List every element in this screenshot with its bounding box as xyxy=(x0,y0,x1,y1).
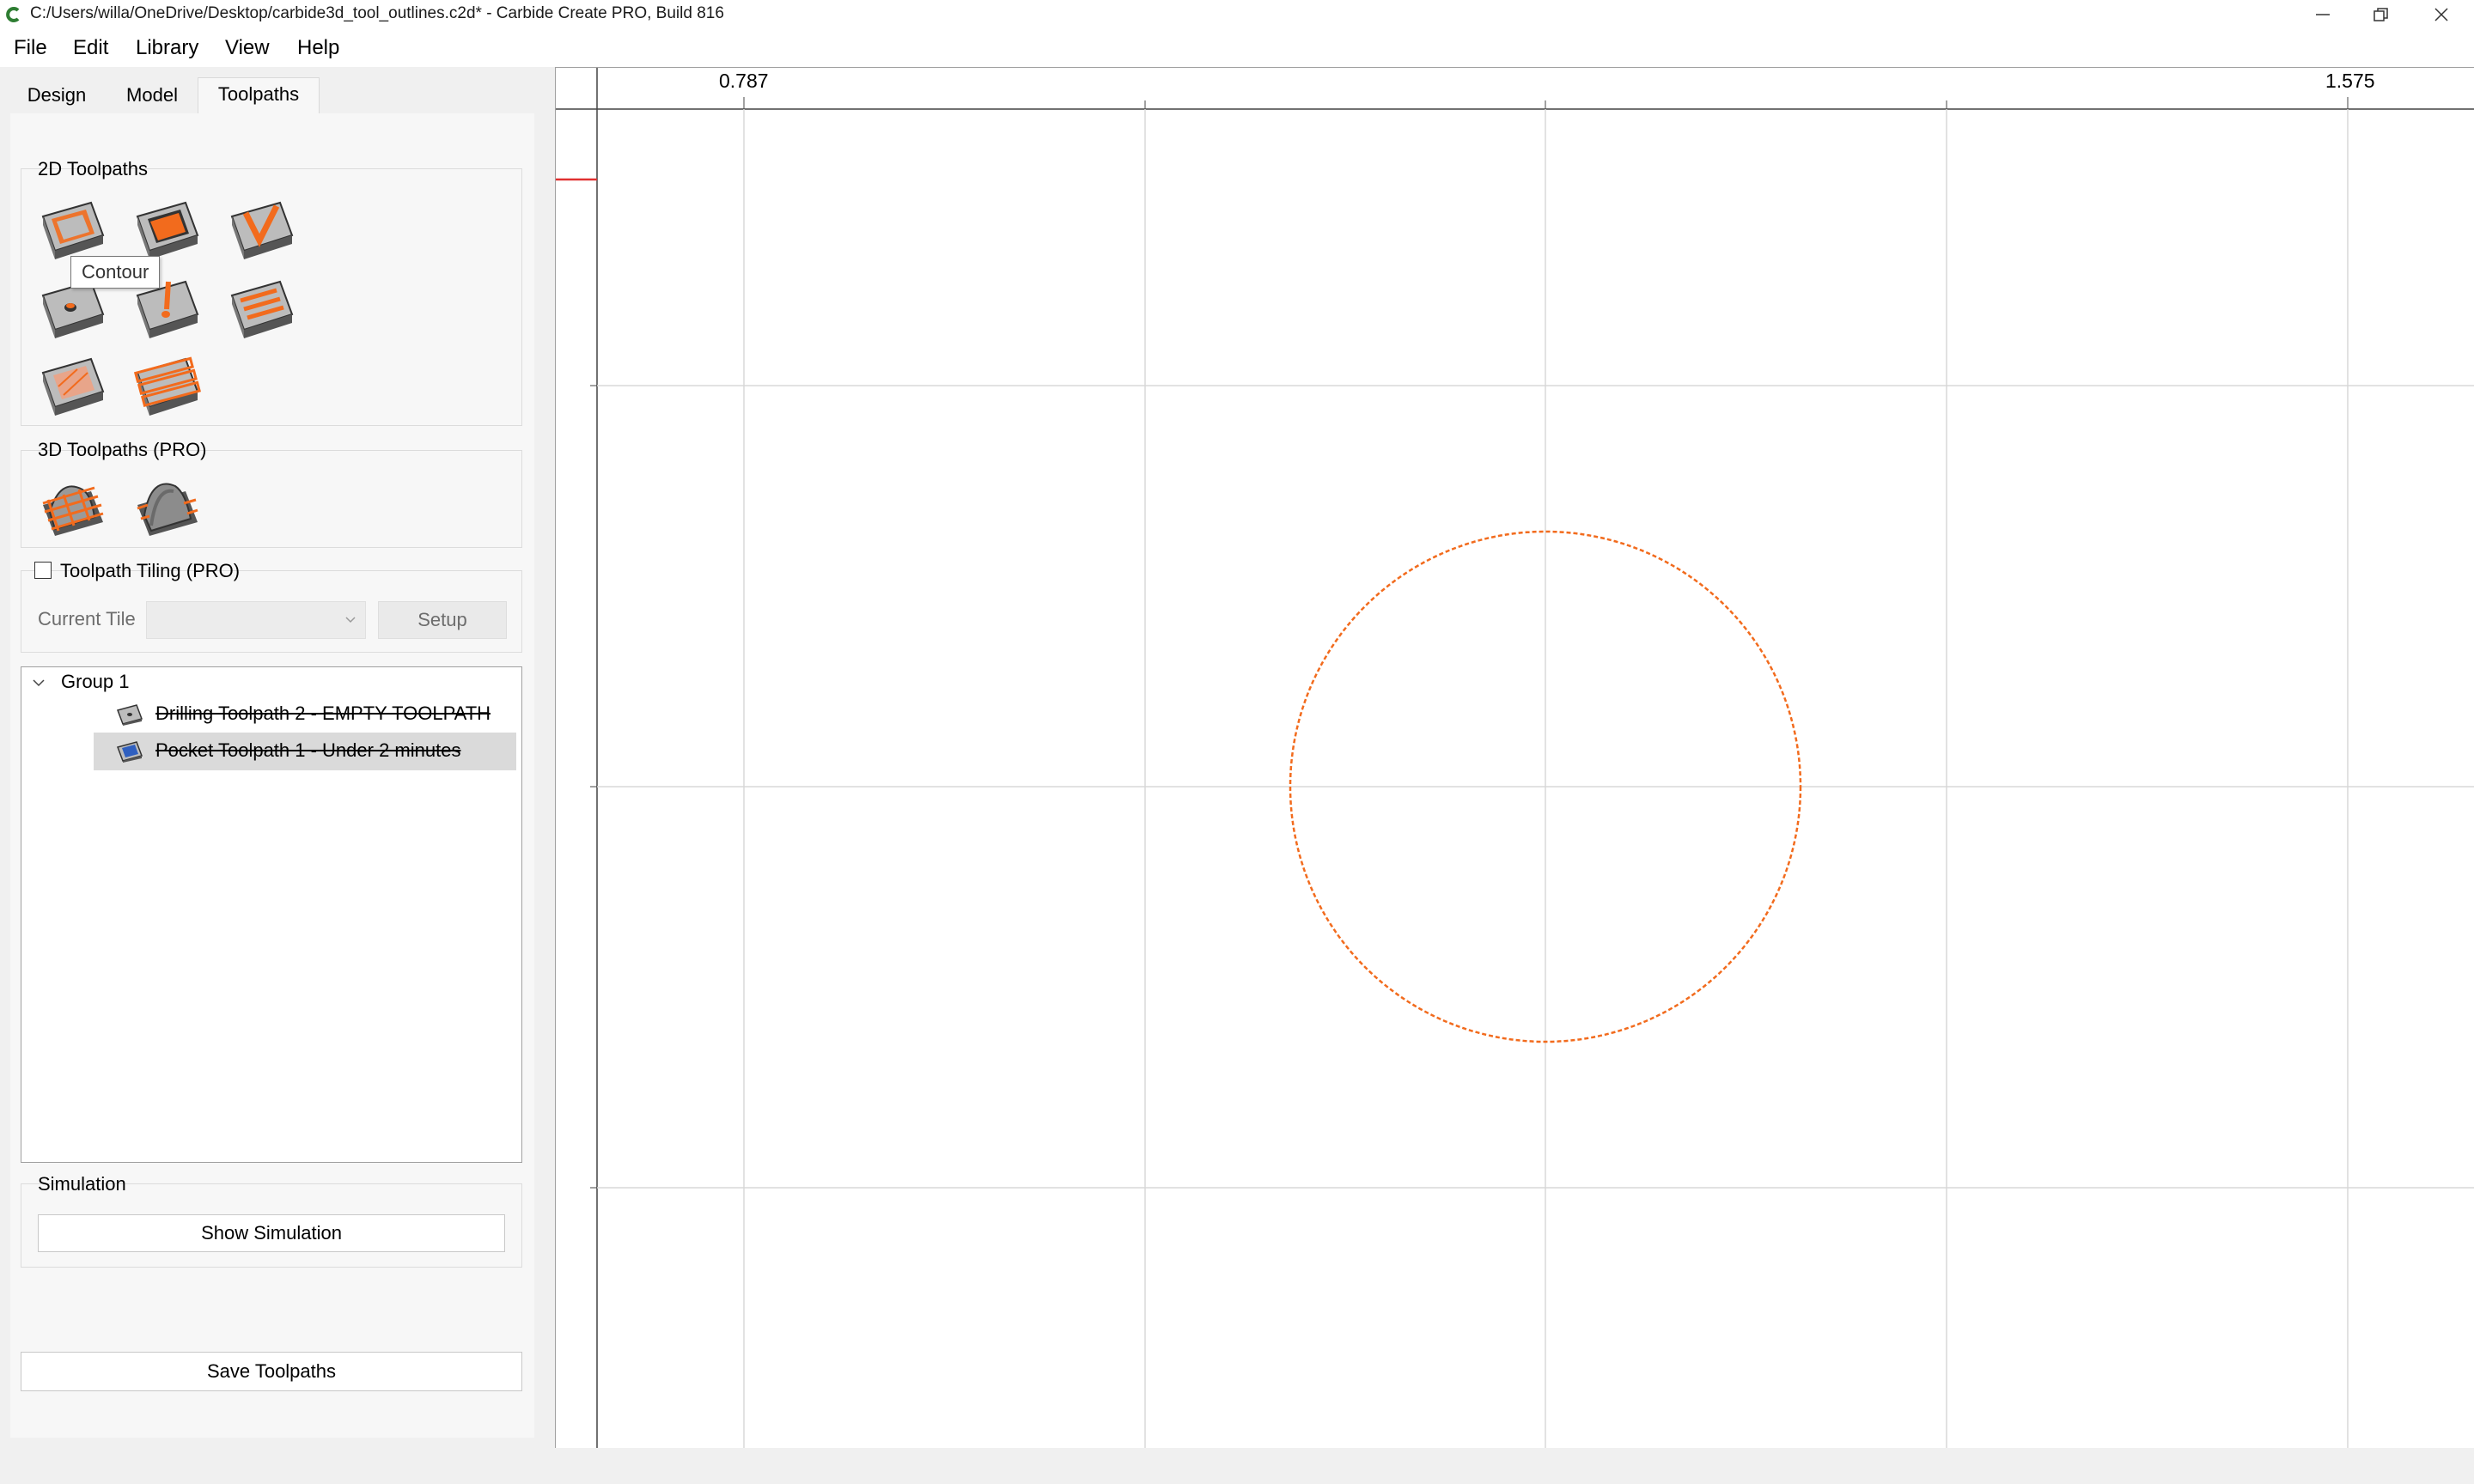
rough-pocket-icon xyxy=(41,357,105,416)
3d-toolpaths-title: 3D Toolpaths (PRO) xyxy=(38,439,207,460)
texture-button[interactable] xyxy=(223,270,297,344)
2d-toolpaths-title: 2D Toolpaths xyxy=(38,158,149,179)
minimize-icon xyxy=(2316,14,2330,15)
3d-rough-button[interactable] xyxy=(34,469,108,543)
current-tile-label: Current Tile xyxy=(38,608,136,629)
toolpath-tree: Group 1 Drilling Toolpath 2 - EMPTY TOOL… xyxy=(21,666,522,1163)
slot-rows-icon xyxy=(133,356,201,416)
ruler-label-0787: 0.787 xyxy=(719,70,769,92)
chevron-down-icon xyxy=(345,617,356,623)
minimize-button[interactable] xyxy=(2294,0,2352,29)
vcarve-icon xyxy=(230,201,294,259)
menu-help[interactable]: Help xyxy=(297,36,339,60)
restore-icon xyxy=(2373,8,2388,21)
top-ruler xyxy=(556,68,2474,109)
tiling-checkbox[interactable] xyxy=(34,562,52,579)
canvas-drawing xyxy=(556,68,2474,1449)
menu-edit[interactable]: Edit xyxy=(73,36,108,60)
3d-rough-icon xyxy=(42,485,104,536)
design-canvas[interactable]: 0.787 1.575 xyxy=(555,67,2474,1450)
toolpath-item-pocket[interactable]: Pocket Toolpath 1 - Under 2 minutes xyxy=(94,733,516,770)
menu-library[interactable]: Library xyxy=(136,36,198,60)
texture-icon xyxy=(230,280,294,338)
show-simulation-button[interactable]: Show Simulation xyxy=(38,1214,505,1252)
contour-button[interactable] xyxy=(34,191,108,265)
tab-design[interactable]: Design xyxy=(14,79,100,112)
3d-finish-icon xyxy=(137,483,198,536)
drill-toolpath-icon xyxy=(117,704,143,726)
pocket-icon xyxy=(136,201,199,259)
window-title: C:/Users/willa/OneDrive/Desktop/carbide3… xyxy=(30,4,724,22)
group-1-label[interactable]: Group 1 xyxy=(61,671,130,693)
restore-button[interactable] xyxy=(2352,0,2410,29)
menu-bar: File Edit Library View Help xyxy=(0,29,2474,67)
contour-icon xyxy=(41,201,105,259)
status-bar xyxy=(0,1448,2474,1484)
setup-button[interactable]: Setup xyxy=(378,601,507,639)
tab-model[interactable]: Model xyxy=(112,79,192,112)
rough-pocket-button[interactable] xyxy=(34,347,108,421)
slot-rows-button[interactable] xyxy=(129,347,203,421)
contour-tooltip: Contour xyxy=(70,256,161,289)
close-button[interactable] xyxy=(2412,0,2471,29)
vcarve-button[interactable] xyxy=(223,191,297,265)
ruler-label-1575: 1.575 xyxy=(2325,70,2375,92)
save-toolpaths-button[interactable]: Save Toolpaths xyxy=(21,1352,522,1391)
grid xyxy=(597,109,2474,1449)
tree-expand-icon[interactable] xyxy=(32,678,46,688)
menu-file[interactable]: File xyxy=(14,36,47,60)
toolpath-item-pocket-label: Pocket Toolpath 1 - Under 2 minutes xyxy=(155,739,461,761)
toolpath-item-drilling[interactable]: Drilling Toolpath 2 - EMPTY TOOLPATH xyxy=(94,698,516,731)
3d-finish-button[interactable] xyxy=(129,469,203,543)
tab-toolpaths[interactable]: Toolpaths xyxy=(198,77,320,114)
simulation-title: Simulation xyxy=(38,1173,126,1195)
close-icon xyxy=(2434,8,2448,21)
carbide-create-icon xyxy=(6,7,20,22)
menu-view[interactable]: View xyxy=(225,36,270,60)
tiling-label: Toolpath Tiling (PRO) xyxy=(60,560,241,581)
title-bar: C:/Users/willa/OneDrive/Desktop/carbide3… xyxy=(0,0,2474,29)
current-tile-select[interactable] xyxy=(146,601,366,639)
pocket-toolpath-icon xyxy=(117,741,143,763)
toolpath-item-drilling-label: Drilling Toolpath 2 - EMPTY TOOLPATH xyxy=(155,702,491,724)
pocket-button[interactable] xyxy=(129,191,203,265)
